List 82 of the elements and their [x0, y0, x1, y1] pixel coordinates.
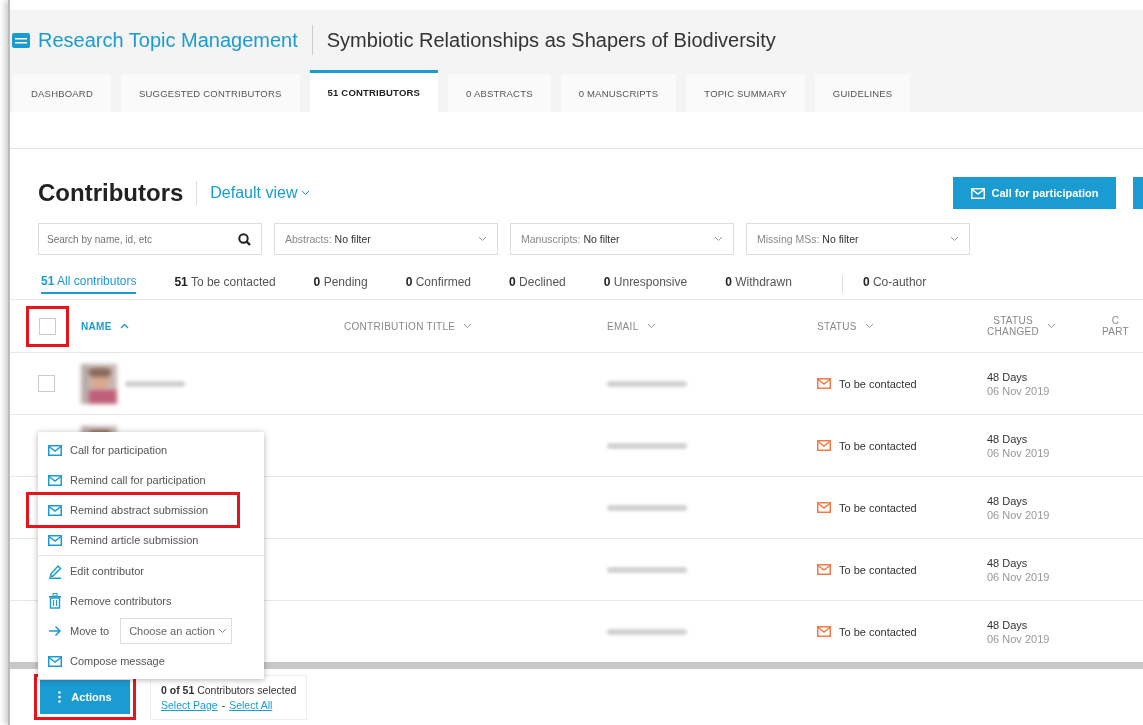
- date-text: 06 Nov 2019: [987, 570, 1050, 583]
- chevron-down-icon: [864, 323, 874, 329]
- pencil-icon: [48, 563, 62, 579]
- tab[interactable]: SUGGESTED CONTRIBUTORS: [121, 74, 300, 112]
- arrow-right-icon: [48, 625, 62, 637]
- status-tab[interactable]: 0 Declined: [509, 275, 566, 293]
- days-count: 48 Days: [987, 370, 1028, 383]
- mail-icon: [970, 187, 985, 199]
- chevron-down-icon: [463, 323, 473, 329]
- column-header[interactable]: CONTRIBUTION TITLE: [344, 320, 456, 332]
- status-tab[interactable]: 0 Withdrawn: [725, 275, 792, 293]
- tab[interactable]: 51 CONTRIBUTORS: [309, 70, 439, 112]
- trash-icon: [48, 593, 62, 609]
- tab[interactable]: 0 ABSTRACTS: [448, 74, 551, 112]
- chevron-down-icon: [950, 236, 959, 242]
- mail-icon: [48, 534, 62, 546]
- search-field[interactable]: Search by name, id, etc: [38, 223, 262, 255]
- menu-item[interactable]: Remind article submission: [38, 525, 264, 555]
- selection-summary: 0 of 51 Contributors selected: [161, 683, 297, 696]
- mail-icon: [817, 378, 831, 389]
- mail-icon: [48, 474, 62, 486]
- status-tab[interactable]: 0 Pending: [313, 275, 368, 293]
- page-title: Symbiotic Relationships as Shapers of Biodiversity: [326, 28, 776, 52]
- filter-dropdown[interactable]: Abstracts: No filter: [274, 223, 498, 255]
- status-tab[interactable]: 0 Confirmed: [405, 275, 472, 293]
- search-icon: [238, 233, 251, 246]
- more-vertical-icon: [58, 691, 62, 703]
- mail-icon: [48, 504, 62, 516]
- status-text: To be contacted: [839, 501, 917, 514]
- menu-item[interactable]: Call for participation: [38, 435, 264, 465]
- status-text: To be contacted: [839, 625, 917, 638]
- separator-text: -: [221, 698, 226, 711]
- mail-icon: [817, 626, 831, 637]
- menu-item[interactable]: Compose message: [38, 646, 264, 676]
- chevron-down-icon: [478, 236, 487, 242]
- menu-item[interactable]: Remind call for participation: [38, 465, 264, 495]
- tab[interactable]: DASHBOARD: [13, 74, 111, 112]
- menu-item[interactable]: Remind abstract submission: [29, 495, 237, 525]
- mail-icon: [48, 444, 62, 456]
- tab[interactable]: GUIDELINES: [814, 74, 911, 112]
- date-text: 06 Nov 2019: [987, 384, 1050, 397]
- chevron-down-icon: [714, 236, 723, 242]
- days-count: 48 Days: [987, 556, 1028, 569]
- menu-item[interactable]: Edit contributor: [38, 556, 264, 586]
- days-count: 48 Days: [987, 432, 1028, 445]
- filter-dropdown[interactable]: Missing MSs: No filter: [746, 223, 970, 255]
- column-header[interactable]: STATUS CHANGED: [987, 315, 1040, 337]
- tab[interactable]: TOPIC SUMMARY: [686, 74, 805, 112]
- days-count: 48 Days: [987, 618, 1028, 631]
- row-checkbox[interactable]: [38, 375, 55, 392]
- status-text: To be contacted: [839, 377, 917, 390]
- column-header[interactable]: EMAIL: [607, 320, 639, 332]
- status-text: To be contacted: [839, 439, 917, 452]
- status-tab[interactable]: 0 Unresponsive: [603, 275, 688, 293]
- date-text: 06 Nov 2019: [987, 508, 1050, 521]
- action-dropdown[interactable]: Choose an action: [120, 618, 232, 644]
- mail-icon: [817, 564, 831, 575]
- mail-icon: [817, 440, 831, 451]
- chevron-down-icon: [217, 628, 227, 634]
- column-header[interactable]: C PART: [1102, 315, 1129, 337]
- date-text: 06 Nov 2019: [987, 446, 1050, 459]
- status-tab[interactable]: 0 Co-author: [862, 275, 927, 293]
- select-all-checkbox[interactable]: [39, 317, 56, 335]
- topic-icon: [12, 32, 30, 48]
- date-text: 06 Nov 2019: [987, 632, 1050, 645]
- mail-icon: [817, 502, 831, 513]
- filter-dropdown[interactable]: Manuscripts: No filter: [510, 223, 734, 255]
- chevron-down-icon: [1047, 323, 1057, 329]
- sort-up-icon: [119, 323, 129, 329]
- blurred-name: [125, 380, 185, 387]
- menu-item[interactable]: Remove contributors: [38, 586, 264, 616]
- column-header[interactable]: STATUS: [817, 320, 857, 332]
- chevron-down-icon: [646, 323, 656, 329]
- menu-item[interactable]: Move to Choose an action: [38, 616, 264, 646]
- status-tab[interactable]: 51 To be contacted: [174, 275, 276, 293]
- mail-icon: [48, 655, 62, 667]
- toolbar-button[interactable]: [1133, 177, 1143, 209]
- status-text: To be contacted: [839, 563, 917, 576]
- chevron-down-icon: [301, 190, 311, 196]
- days-count: 48 Days: [987, 494, 1028, 507]
- section-title: Contributors: [38, 179, 184, 207]
- tab[interactable]: 0 MANUSCRIPTS: [560, 74, 677, 112]
